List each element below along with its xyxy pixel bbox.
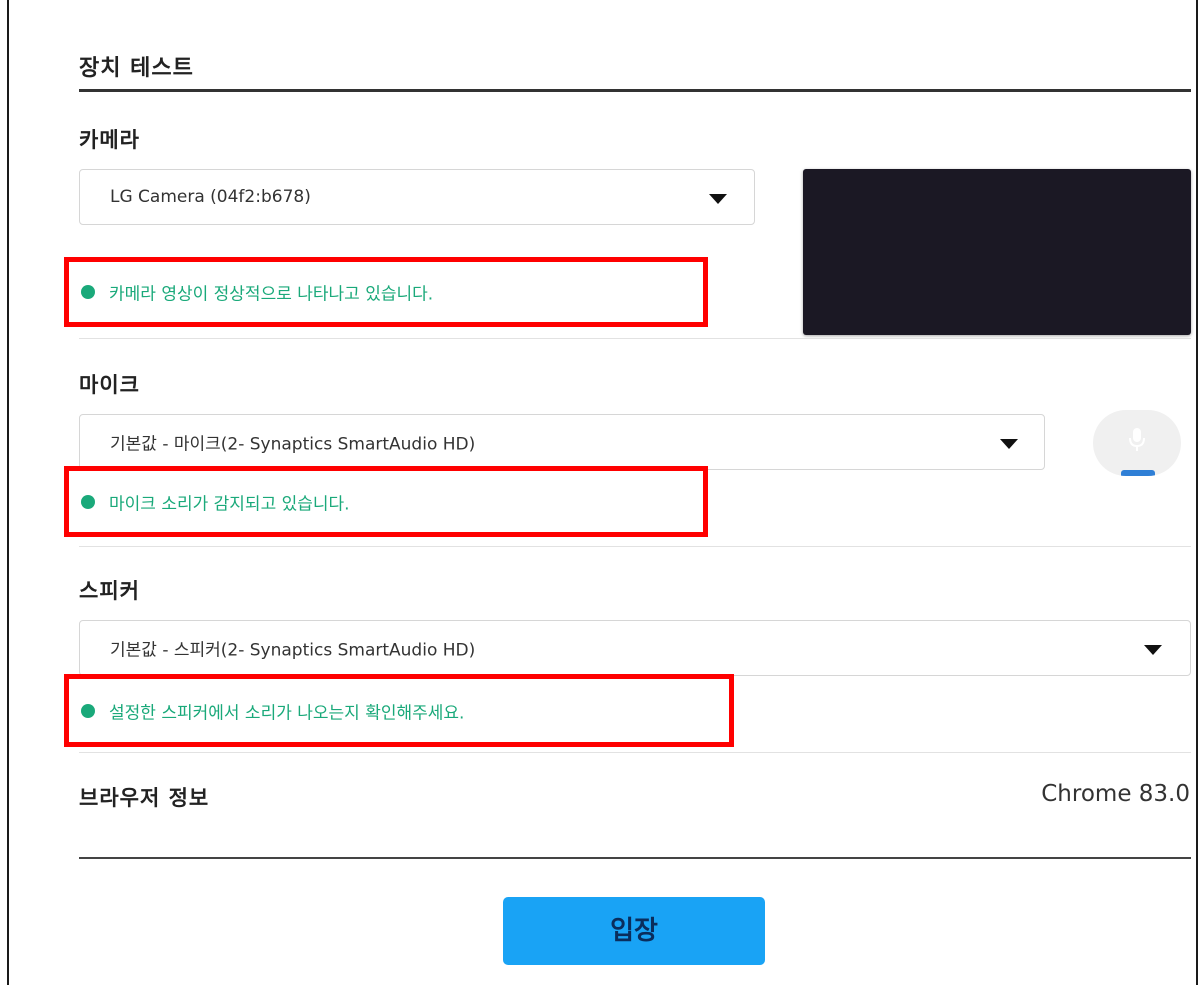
camera-select-value: LG Camera (04f2:b678) xyxy=(110,187,311,207)
status-dot-icon xyxy=(81,494,95,509)
footer-divider xyxy=(79,857,1191,859)
caret-down-icon xyxy=(709,194,727,204)
caret-down-icon xyxy=(1000,439,1018,449)
window-border-right xyxy=(1196,0,1198,985)
microphone-status-highlight: 마이크 소리가 감지되고 있습니다. xyxy=(64,466,708,537)
status-dot-icon xyxy=(81,285,95,299)
microphone-section-label: 마이크 xyxy=(79,373,140,397)
speaker-section-label: 스피커 xyxy=(79,579,140,603)
speaker-select-value: 기본값 - 스피커(2- Synaptics SmartAudio HD) xyxy=(110,640,476,661)
title-divider xyxy=(79,89,1191,92)
microphone-status-text: 마이크 소리가 감지되고 있습니다. xyxy=(109,494,350,514)
microphone-icon xyxy=(1129,428,1145,451)
microphone-select[interactable]: 기본값 - 마이크(2- Synaptics SmartAudio HD) xyxy=(79,414,1045,470)
section-divider xyxy=(79,338,1191,339)
camera-preview xyxy=(803,169,1191,335)
status-dot-icon xyxy=(81,703,95,718)
enter-button[interactable]: 입장 xyxy=(503,897,765,965)
page-title: 장치 테스트 xyxy=(79,56,194,81)
microphone-level-bar xyxy=(1121,470,1155,476)
window-border-left xyxy=(7,0,9,985)
section-divider xyxy=(79,752,1191,753)
camera-select[interactable]: LG Camera (04f2:b678) xyxy=(79,169,755,225)
speaker-select[interactable]: 기본값 - 스피커(2- Synaptics SmartAudio HD) xyxy=(79,620,1191,676)
section-divider xyxy=(79,546,1191,547)
browser-info-value: Chrome 83.0 xyxy=(1041,781,1190,807)
camera-status-highlight: 카메라 영상이 정상적으로 나타나고 있습니다. xyxy=(64,257,708,327)
microphone-level-indicator xyxy=(1093,410,1181,476)
camera-status-text: 카메라 영상이 정상적으로 나타나고 있습니다. xyxy=(109,284,434,305)
speaker-status-highlight: 설정한 스피커에서 소리가 나오는지 확인해주세요. xyxy=(64,674,734,747)
camera-section-label: 카메라 xyxy=(79,128,140,152)
speaker-status-text: 설정한 스피커에서 소리가 나오는지 확인해주세요. xyxy=(109,703,465,723)
caret-down-icon xyxy=(1144,645,1162,655)
browser-info-label: 브라우저 정보 xyxy=(79,786,210,810)
microphone-select-value: 기본값 - 마이크(2- Synaptics SmartAudio HD) xyxy=(110,434,476,455)
